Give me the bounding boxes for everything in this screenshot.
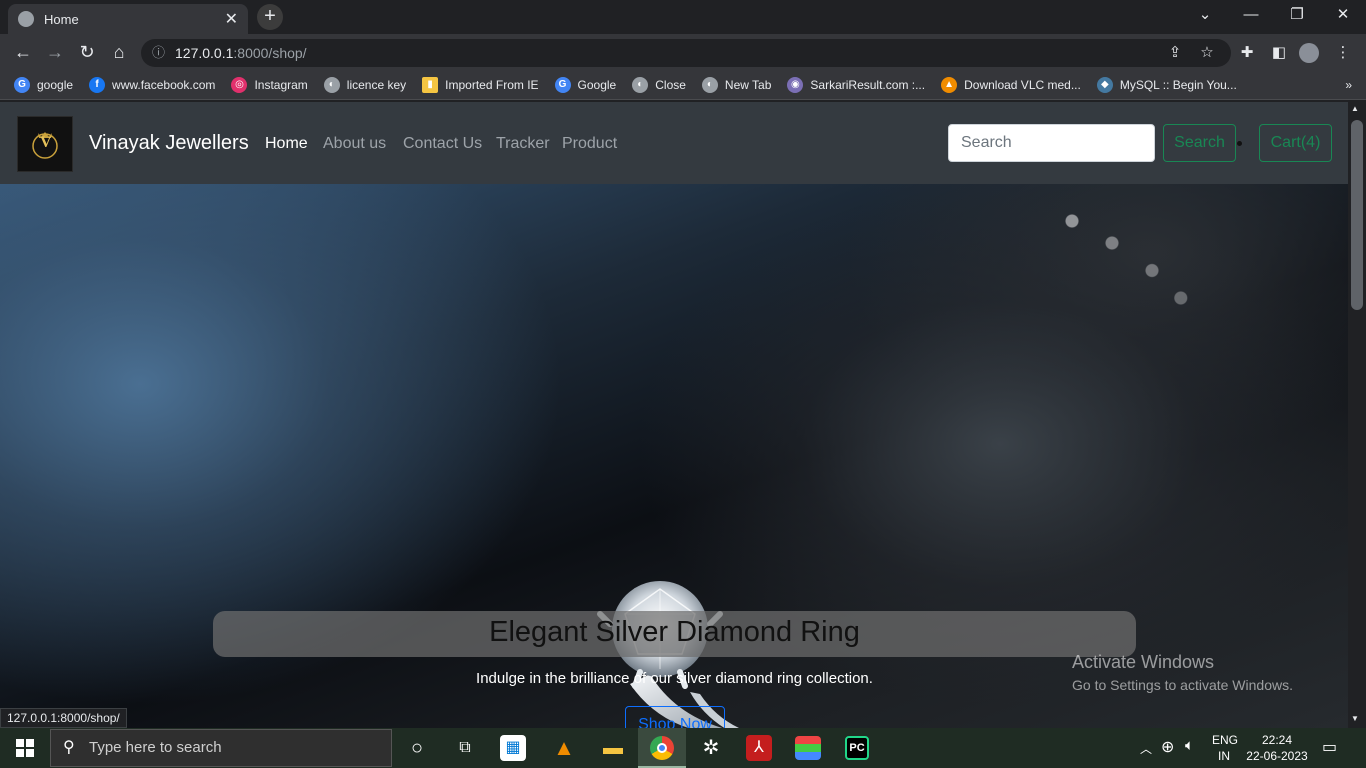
status-url-bubble: 127.0.0.1:8000/shop/ [0, 708, 127, 728]
browser-tab[interactable]: Home ✕ [8, 4, 248, 34]
tab-title: Home [44, 11, 79, 27]
taskbar-search-input[interactable]: ⚲ Type here to search [50, 729, 392, 767]
site-info-icon[interactable]: ⓘ [152, 39, 165, 67]
activate-windows-title: Activate Windows [1072, 652, 1215, 672]
nav-home[interactable]: Home [265, 135, 308, 153]
cursor-dot [1237, 141, 1242, 146]
brand-name[interactable]: Vinayak Jewellers [89, 132, 249, 155]
bookmark-item[interactable]: Ggoogle [14, 76, 73, 93]
site-navbar: V Vinayak Jewellers Home About us Contac… [0, 102, 1348, 184]
forward-icon[interactable]: → [42, 40, 68, 66]
folder-icon: ▮ [422, 76, 439, 93]
bookmark-icon: G [14, 76, 30, 93]
site-search-button[interactable]: Search [1163, 124, 1236, 162]
mysql-icon: ◆ [1096, 76, 1113, 93]
activate-windows-subtitle: Go to Settings to activate Windows. [1072, 677, 1293, 693]
vlc-icon: ▲ [941, 76, 958, 93]
tray-expand-icon[interactable]: ︿ [1140, 740, 1152, 757]
bookmark-icon: ◎ [231, 76, 248, 93]
bookmark-icon: ◐ [701, 76, 718, 93]
network-icon[interactable]: ⊕ [1161, 737, 1174, 757]
windows-logo-icon [16, 739, 34, 757]
search-icon: ⚲ [63, 739, 75, 756]
bookmark-item[interactable]: ▲ Download VLC med... [941, 76, 1081, 93]
back-icon[interactable]: ← [10, 40, 36, 66]
side-panel-icon[interactable]: ◧ [1266, 40, 1292, 66]
bookmark-icon: G [554, 76, 571, 93]
tab-search-icon[interactable]: ⌄ [1182, 0, 1228, 32]
bookmark-icon: f [89, 76, 106, 93]
volume-icon[interactable]: 🔈︎ [1185, 737, 1194, 754]
task-view-icon[interactable]: ⧉ [450, 733, 480, 763]
url-path: :8000/shop/ [233, 45, 307, 61]
share-icon[interactable]: ⇪ [1162, 40, 1188, 66]
web-page: V Vinayak Jewellers Home About us Contac… [0, 102, 1348, 728]
site-search-input[interactable]: Search [948, 124, 1155, 162]
vlc-taskbar-icon[interactable]: ▲ [549, 733, 579, 763]
address-bar[interactable]: ⓘ 127.0.0.1:8000/shop/ [141, 39, 1231, 67]
bookmark-icon: ◐ [632, 76, 649, 93]
bookmark-item[interactable]: ▮ Imported From IE [422, 76, 539, 93]
bookmark-icon: ◉ [787, 76, 804, 93]
pycharm-icon[interactable]: PC [845, 736, 869, 760]
carousel-subtitle: Indulge in the brilliance of our silver … [476, 670, 873, 687]
scroll-down-icon[interactable]: ▼ [1351, 714, 1359, 723]
bookmark-item[interactable]: ◐ Close [632, 76, 686, 93]
cortana-icon[interactable]: ○ [402, 733, 432, 763]
bookmark-item[interactable]: ◆ MySQL :: Begin You... [1096, 76, 1237, 93]
bookmark-item[interactable]: ◉ SarkariResult.com :... [787, 76, 925, 93]
notifications-icon[interactable]: ▭ [1322, 737, 1337, 757]
restore-button[interactable]: ❐ [1274, 0, 1320, 32]
bookmark-item[interactable]: f www.facebook.com [89, 76, 215, 93]
chrome-icon [650, 736, 674, 760]
bookmark-item[interactable]: ◎ Instagram [231, 76, 308, 93]
nav-tracker[interactable]: Tracker [496, 135, 550, 153]
chrome-taskbar-active[interactable] [638, 728, 686, 768]
language-indicator[interactable]: ENG IN [1212, 733, 1238, 763]
chatgpt-icon[interactable]: ✲ [696, 733, 726, 763]
globe-icon [18, 11, 34, 27]
file-explorer-icon[interactable]: ▬ [598, 733, 628, 763]
carousel-title: Elegant Silver Diamond Ring [489, 616, 860, 648]
url-host: 127.0.0.1 [175, 45, 234, 61]
bookmark-star-icon[interactable]: ☆ [1194, 40, 1220, 66]
shop-now-button[interactable]: Shop Now [625, 706, 725, 728]
clock[interactable]: 22:24 22-06-2023 [1246, 733, 1308, 763]
pearl-necklace-highlight [1040, 199, 1200, 309]
new-tab-button[interactable]: + [257, 4, 283, 30]
start-button[interactable] [0, 728, 48, 768]
bookmark-item[interactable]: ◐ New Tab [701, 76, 771, 93]
bookmark-icon: ◐ [323, 76, 340, 93]
close-window-button[interactable]: ✕ [1320, 0, 1366, 32]
nav-product[interactable]: Product [562, 135, 617, 153]
scroll-up-icon[interactable]: ▲ [1351, 104, 1359, 113]
more-bookmarks-icon[interactable]: » [1345, 78, 1352, 92]
nav-contact-us[interactable]: Contact Us [403, 135, 482, 153]
bookmarks-bar: Ggoogle f www.facebook.com ◎ Instagram ◐ li… [0, 70, 1366, 100]
nav-about-us[interactable]: About us [323, 135, 386, 153]
logo-letter: V [40, 134, 52, 151]
brand-logo[interactable]: V [17, 116, 73, 172]
cart-button[interactable]: Cart(4) [1259, 124, 1332, 162]
close-tab-icon[interactable]: ✕ [225, 9, 238, 29]
extensions-icon[interactable]: ✚ [1234, 40, 1260, 66]
bookmark-item[interactable]: ◐ licence key [323, 76, 406, 93]
home-icon[interactable]: ⌂ [106, 40, 132, 66]
minimize-button[interactable]: — [1228, 0, 1274, 32]
bookmark-item[interactable]: G Google [554, 76, 616, 93]
scrollbar-thumb[interactable] [1351, 120, 1363, 310]
menu-icon[interactable]: ⋮ [1330, 40, 1356, 66]
profile-avatar[interactable] [1296, 40, 1322, 66]
acrobat-icon[interactable]: ⅄ [746, 735, 772, 761]
taskbar-search-placeholder: Type here to search [89, 739, 222, 756]
bluestacks-icon[interactable] [795, 736, 821, 760]
reload-icon[interactable]: ↻ [74, 40, 100, 66]
store-icon[interactable]: ▦ [500, 735, 526, 761]
